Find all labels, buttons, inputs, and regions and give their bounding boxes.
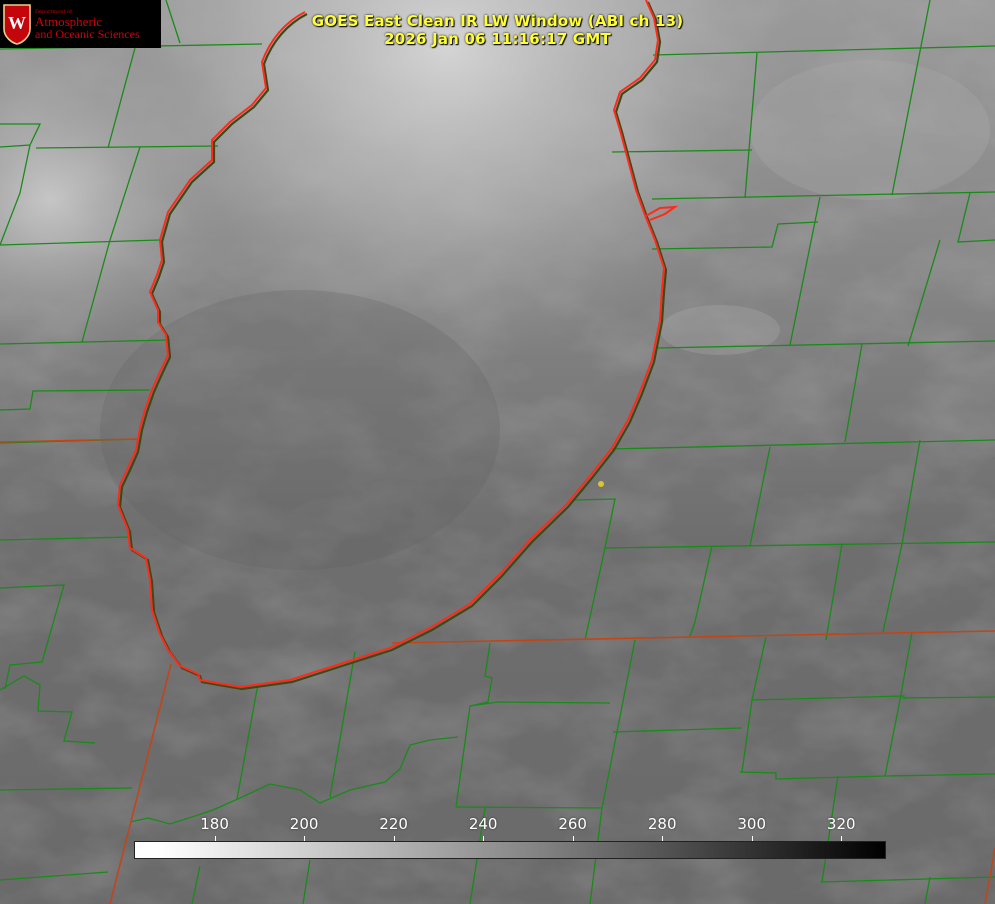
colorbar-tick-label: 280 [647,815,677,833]
colorbar-tick [304,836,306,841]
colorbar-tick-label: 180 [200,815,229,833]
colorbar-gradient [134,841,886,859]
colorbar-tick-label: 300 [737,815,767,833]
colorbar-tick-label: 200 [289,815,319,833]
colorbar-tick-label: 320 [826,815,856,833]
colorbar-tick [483,836,485,841]
colorbar-tick [572,836,574,841]
station-marker [598,481,604,487]
satellite-map [0,0,995,904]
colorbar-tick [214,836,216,841]
colorbar-tick-label: 220 [379,815,408,833]
image-title: GOES East Clean IR LW Window (ABI ch 13) [311,12,684,30]
colorbar-tick [841,836,843,841]
colorbar-tick [662,836,664,841]
colorbar-tick-label: 260 [558,815,587,833]
colorbar-tick [393,836,395,841]
colorbar-tick-label: 240 [468,815,498,833]
colorbar-tick [751,836,753,841]
image-timestamp: 2026 Jan 06 11:16:17 GMT [384,30,611,48]
